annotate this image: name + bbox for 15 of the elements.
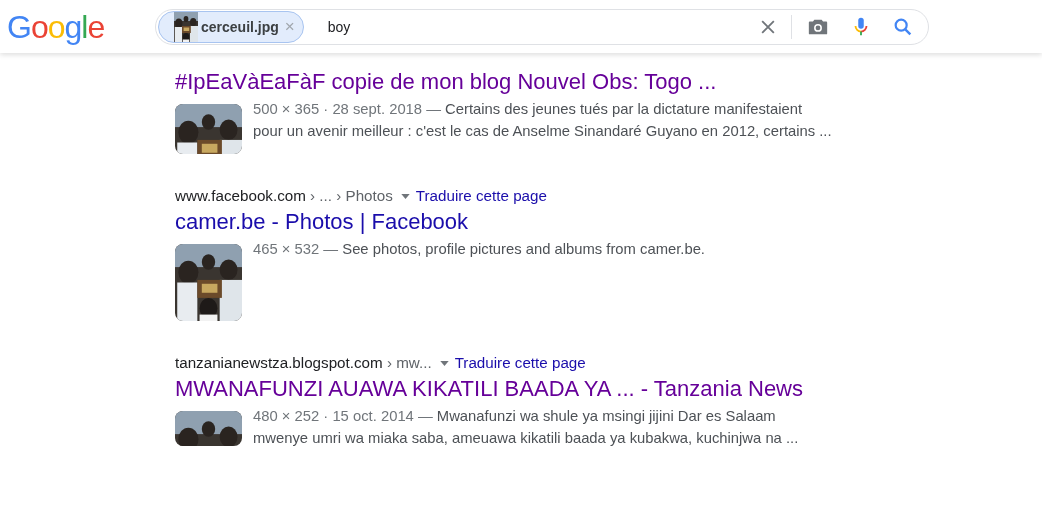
file-name: cerceuil.jpg bbox=[201, 18, 279, 35]
image-chip[interactable]: cerceuil.jpg × bbox=[158, 10, 304, 43]
result-snippet: 465 × 532 — See photos, profile pictures and albums from camer.be. bbox=[253, 240, 706, 259]
result-url: tanzanianewstza.blogspot.com › mw... bbox=[175, 354, 432, 372]
translate-link[interactable]: Traduire cette page bbox=[454, 354, 586, 372]
caret-icon[interactable] bbox=[439, 360, 449, 366]
result-url: www.facebook.com › ... › Photos bbox=[175, 187, 393, 205]
caret-icon[interactable] bbox=[400, 193, 410, 199]
result-title[interactable]: MWANAFUNZI AUAWA KIKATILI BAADA YA ... - Tanzania News bbox=[175, 376, 1042, 402]
result-snippet: 500 × 365 · 28 sept. 2018 — Certains des jeunes tués par la dictature manifestaient pour un avenir meilleur : c'est le cas de Anselme Sinandaré Guyano en 2012, certains ... bbox=[253, 100, 833, 141]
result-snippet: 480 × 252 · 15 oct. 2014 — Mwanafunzi wa shule ya msingi jijini Dar es Salaam mwenye umri wa miaka saba, ameuawa kikatili baada ya kubakwa, kuchinjwa na ... bbox=[253, 407, 800, 448]
result-title[interactable]: #IpEaVàEaFàF copie de mon blog Nouvel Obs: Togo ... bbox=[175, 69, 1042, 95]
translate-link[interactable]: Traduire cette page bbox=[415, 187, 547, 205]
google-logo[interactable]: Google bbox=[7, 9, 147, 44]
result-title[interactable]: camer.be - Photos | Facebook bbox=[175, 209, 1042, 235]
